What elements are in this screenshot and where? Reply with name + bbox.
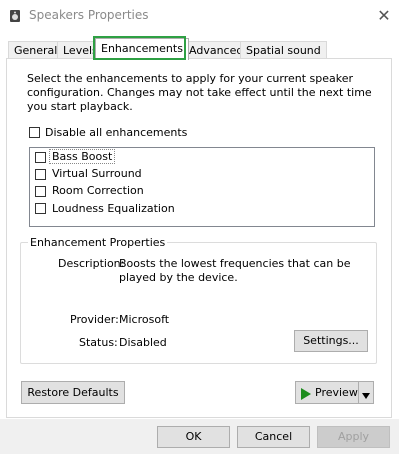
- bass-boost-checkbox[interactable]: [35, 152, 46, 163]
- list-item-bass-boost[interactable]: Bass Boost: [48, 149, 116, 164]
- provider-label: Provider:: [70, 313, 119, 326]
- preview-button[interactable]: Preview: [295, 381, 374, 404]
- loudness-equalization-checkbox[interactable]: [35, 203, 46, 214]
- disable-all-checkbox[interactable]: [29, 127, 40, 138]
- virtual-surround-checkbox[interactable]: [35, 169, 46, 180]
- dropdown-arrow-icon[interactable]: [361, 388, 371, 399]
- list-item-room-correction[interactable]: Room Correction: [52, 184, 144, 197]
- list-item-loudness-equalization[interactable]: Loudness Equalization: [52, 202, 175, 215]
- room-correction-checkbox[interactable]: [35, 186, 46, 197]
- status-value: Disabled: [119, 336, 167, 349]
- cancel-button[interactable]: Cancel: [237, 426, 310, 448]
- description-label: Description:: [58, 257, 125, 270]
- apply-button[interactable]: Apply: [317, 426, 390, 448]
- enhancement-properties-title: Enhancement Properties: [28, 236, 168, 249]
- status-label: Status:: [79, 336, 118, 349]
- provider-value: Microsoft: [119, 313, 170, 326]
- enhancements-instructions: Select the enhancements to apply for you…: [27, 72, 372, 113]
- disable-all-label[interactable]: Disable all enhancements: [45, 126, 187, 139]
- play-icon: [300, 387, 312, 400]
- close-button[interactable]: ✕: [370, 3, 398, 29]
- description-value: Boosts the lowest frequencies that can b…: [119, 257, 351, 284]
- tab-enhancements[interactable]: Enhancements: [95, 38, 189, 60]
- speaker-icon: [8, 9, 22, 23]
- preview-label: Preview: [315, 386, 358, 399]
- settings-button[interactable]: Settings...: [294, 330, 368, 352]
- restore-defaults-button[interactable]: Restore Defaults: [21, 381, 125, 404]
- list-item-virtual-surround[interactable]: Virtual Surround: [52, 167, 142, 180]
- ok-button[interactable]: OK: [157, 426, 230, 448]
- preview-split-divider: [358, 382, 359, 403]
- window-title: Speakers Properties: [29, 8, 149, 22]
